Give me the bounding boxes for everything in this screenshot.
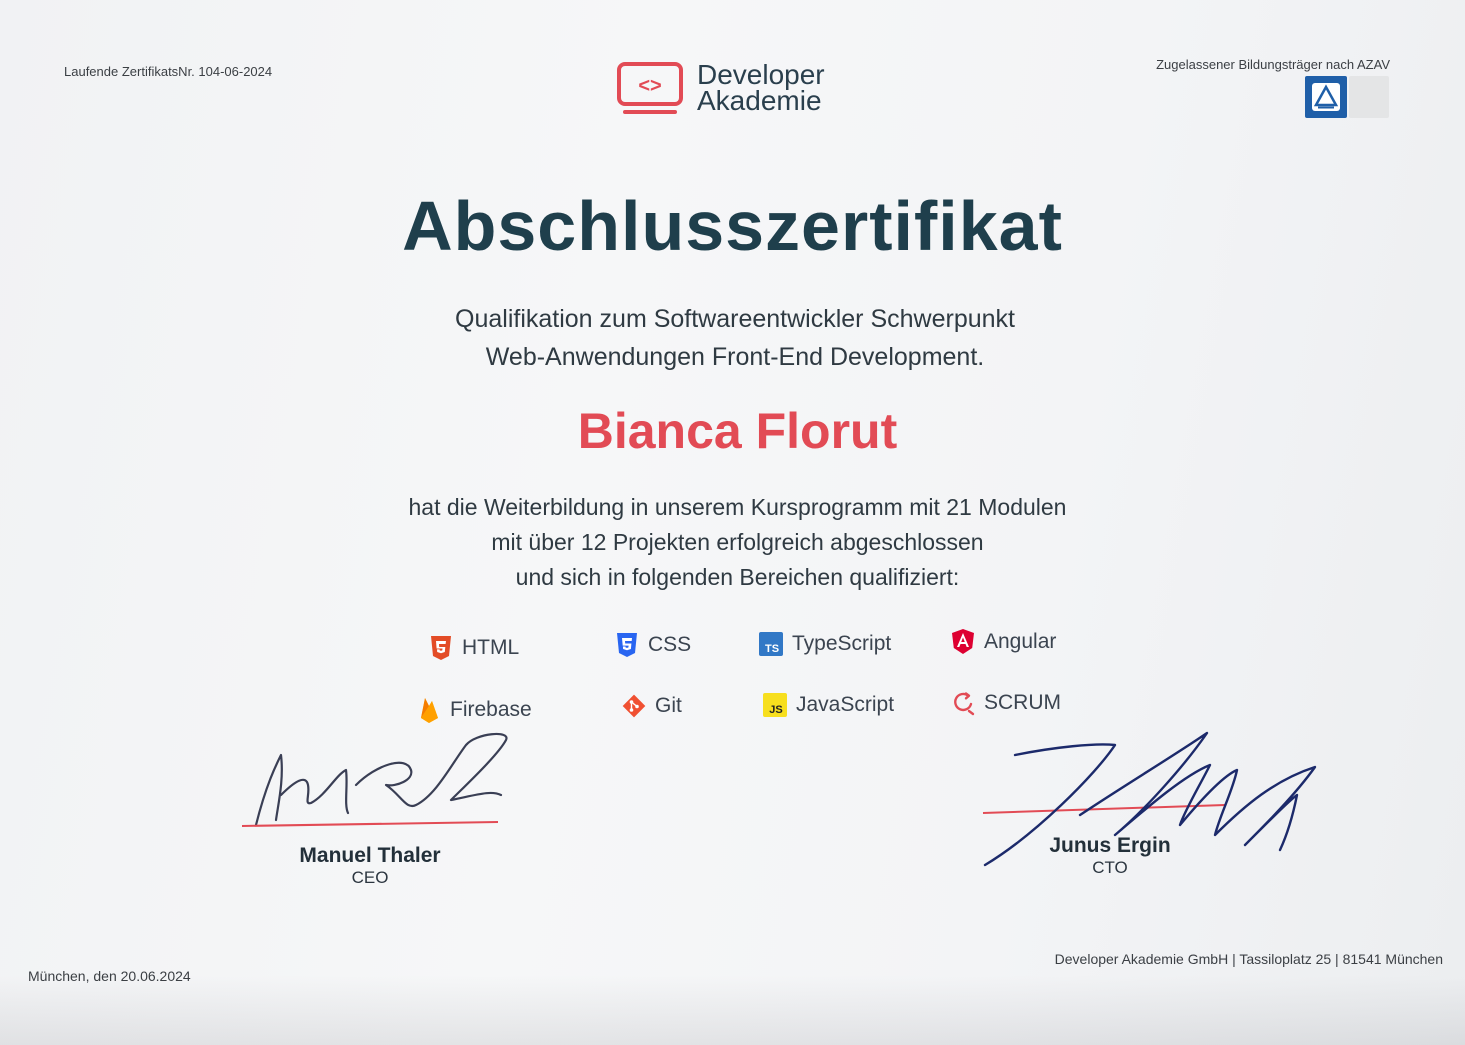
skill-label: JavaScript xyxy=(796,693,895,716)
tuv-badge-text-area xyxy=(1349,76,1389,118)
html5-icon xyxy=(428,635,454,661)
typescript-badge-text: TS xyxy=(765,643,779,655)
azav-label: Zugelassener Bildungsträger nach AZAV xyxy=(1156,57,1390,72)
skill-typescript: TS TypeScript xyxy=(758,631,891,657)
body-line-2: mit über 12 Projekten erfolgreich abgesc… xyxy=(491,529,984,555)
skill-label: SCRUM xyxy=(984,691,1061,714)
paper-shadow xyxy=(0,975,1465,1045)
firebase-icon xyxy=(416,697,442,723)
signature-ceo: Manuel Thaler CEO xyxy=(270,844,470,888)
javascript-icon: JS xyxy=(762,692,788,718)
logo-line-2: Akademie xyxy=(697,85,822,116)
body-line-1: hat die Weiterbildung in unserem Kurspro… xyxy=(408,494,1067,520)
skill-label: Angular xyxy=(984,630,1057,653)
signatory-role: CEO xyxy=(351,868,389,887)
certificate-number: Laufende ZertifikatsNr. 104-06-2024 xyxy=(64,64,273,79)
javascript-badge-text: JS xyxy=(769,704,782,716)
subtitle-line-2: Web-Anwendungen Front-End Development. xyxy=(485,343,985,371)
signatory-name: Manuel Thaler xyxy=(299,844,441,867)
developer-akademie-logo: <> Developer Akademie xyxy=(617,60,825,116)
skill-html: HTML xyxy=(428,635,519,661)
scrum-icon xyxy=(950,690,976,716)
body-line-3: und sich in folgenden Bereichen qualifiz… xyxy=(515,564,960,590)
signature-cto: Junus Ergin CTO xyxy=(1010,834,1210,878)
completion-statement: hat die Weiterbildung in unserem Kurspro… xyxy=(0,490,1465,595)
certificate-sheet: Laufende ZertifikatsNr. 104-06-2024 Zuge… xyxy=(0,0,1465,1045)
certificate-title: Abschlusszertifikat xyxy=(402,187,1063,265)
skill-css: CSS xyxy=(614,632,691,658)
signatory-role: CTO xyxy=(1092,858,1128,877)
typescript-icon: TS xyxy=(758,631,784,657)
skill-git: Git xyxy=(621,693,682,719)
tuv-certification-badge xyxy=(1305,76,1389,118)
skill-label: Git xyxy=(655,694,682,717)
skill-label: CSS xyxy=(648,633,692,656)
skill-firebase: Firebase xyxy=(416,697,532,723)
signatory-name: Junus Ergin xyxy=(1049,834,1171,857)
skill-label: HTML xyxy=(462,636,520,659)
logo-symbol: <> xyxy=(638,75,661,97)
ceo-signature-scribble xyxy=(241,732,508,827)
skill-angular: Angular xyxy=(950,629,1056,655)
logo-wordmark: Developer Akademie xyxy=(697,61,825,116)
skill-javascript: JS JavaScript xyxy=(762,692,894,718)
git-icon xyxy=(621,693,647,719)
skill-scrum: SCRUM xyxy=(950,690,1061,716)
company-address: Developer Akademie GmbH | Tassiloplatz 2… xyxy=(1054,951,1443,967)
subtitle-line-1: Qualifikation zum Softwareentwickler Sch… xyxy=(455,305,1015,333)
skill-label: TypeScript xyxy=(792,632,892,655)
angular-icon xyxy=(950,629,976,655)
code-screen-icon: <> xyxy=(617,62,683,114)
qualification-subtitle: Qualifikation zum Softwareentwickler Sch… xyxy=(0,300,1465,376)
skill-label: Firebase xyxy=(450,698,532,721)
css3-icon xyxy=(614,632,640,658)
recipient-name: Bianca Florut xyxy=(577,403,898,459)
tuv-triangle-icon xyxy=(1305,76,1347,118)
